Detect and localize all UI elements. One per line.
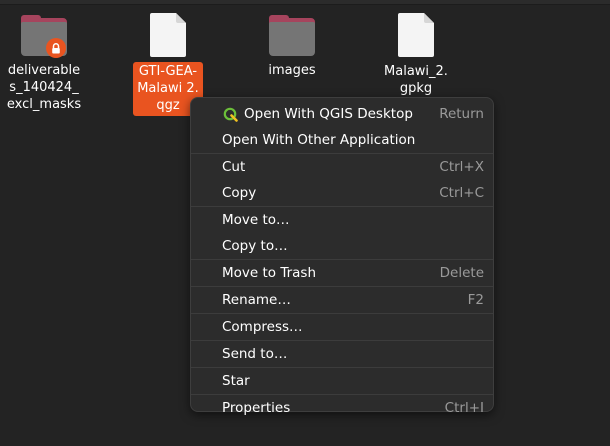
folder-locked-icon (21, 14, 67, 58)
file-label: images (268, 63, 316, 78)
menu-item-properties[interactable]: Properties Ctrl+I (191, 395, 493, 421)
menu-item-shortcut: Ctrl+I (444, 400, 484, 416)
menu-item-shortcut: F2 (467, 292, 484, 308)
menu-item-label: Send to… (222, 346, 288, 362)
file-item-images[interactable]: images (252, 14, 332, 81)
menu-item-open-with-other[interactable]: Open With Other Application (191, 127, 493, 153)
top-edge (0, 0, 610, 5)
menu-item-cut[interactable]: Cut Ctrl+X (191, 154, 493, 180)
lock-icon (46, 38, 66, 58)
menu-item-label: Move to… (222, 212, 290, 228)
menu-item-label: Move to Trash (222, 265, 317, 281)
menu-item-label: Open With QGIS Desktop (244, 106, 413, 122)
folder-icon (269, 14, 315, 56)
file-label: Malawi_2. gpkg (384, 64, 448, 96)
menu-item-star[interactable]: Star (191, 368, 493, 394)
document-icon (150, 13, 186, 57)
file-label: deliverable s_140424_ excl_masks (6, 63, 82, 112)
menu-item-shortcut: Ctrl+X (439, 159, 484, 175)
menu-item-copy-to[interactable]: Copy to… (191, 233, 493, 259)
qgis-icon (223, 107, 238, 122)
menu-item-label: Star (222, 373, 250, 389)
menu-item-shortcut: Return (439, 106, 484, 122)
file-item-deliverables[interactable]: deliverable s_140424_ excl_masks (4, 14, 84, 115)
menu-item-label: Copy to… (222, 238, 288, 254)
menu-item-label: Copy (222, 185, 257, 201)
menu-item-copy[interactable]: Copy Ctrl+C (191, 180, 493, 206)
menu-item-rename[interactable]: Rename… F2 (191, 287, 493, 313)
menu-item-move-to[interactable]: Move to… (191, 207, 493, 233)
menu-item-label: Open With Other Application (222, 132, 416, 148)
file-item-gpkg[interactable]: Malawi_2. gpkg (376, 13, 456, 99)
menu-item-compress[interactable]: Compress… (191, 314, 493, 340)
menu-item-open-with-qgis[interactable]: Open With QGIS Desktop Return (191, 101, 493, 127)
document-icon (398, 13, 434, 57)
context-menu: Open With QGIS Desktop Return Open With … (190, 97, 494, 416)
menu-item-move-to-trash[interactable]: Move to Trash Delete (191, 260, 493, 286)
menu-item-label: Rename… (222, 292, 291, 308)
menu-item-label: Compress… (222, 319, 303, 335)
desktop-view: deliverable s_140424_ excl_masks GTI-GEA… (0, 0, 610, 446)
menu-item-label: Properties (222, 400, 291, 416)
menu-item-label: Cut (222, 159, 246, 175)
menu-item-send-to[interactable]: Send to… (191, 341, 493, 367)
menu-item-shortcut: Delete (439, 265, 484, 281)
menu-item-shortcut: Ctrl+C (439, 185, 484, 201)
